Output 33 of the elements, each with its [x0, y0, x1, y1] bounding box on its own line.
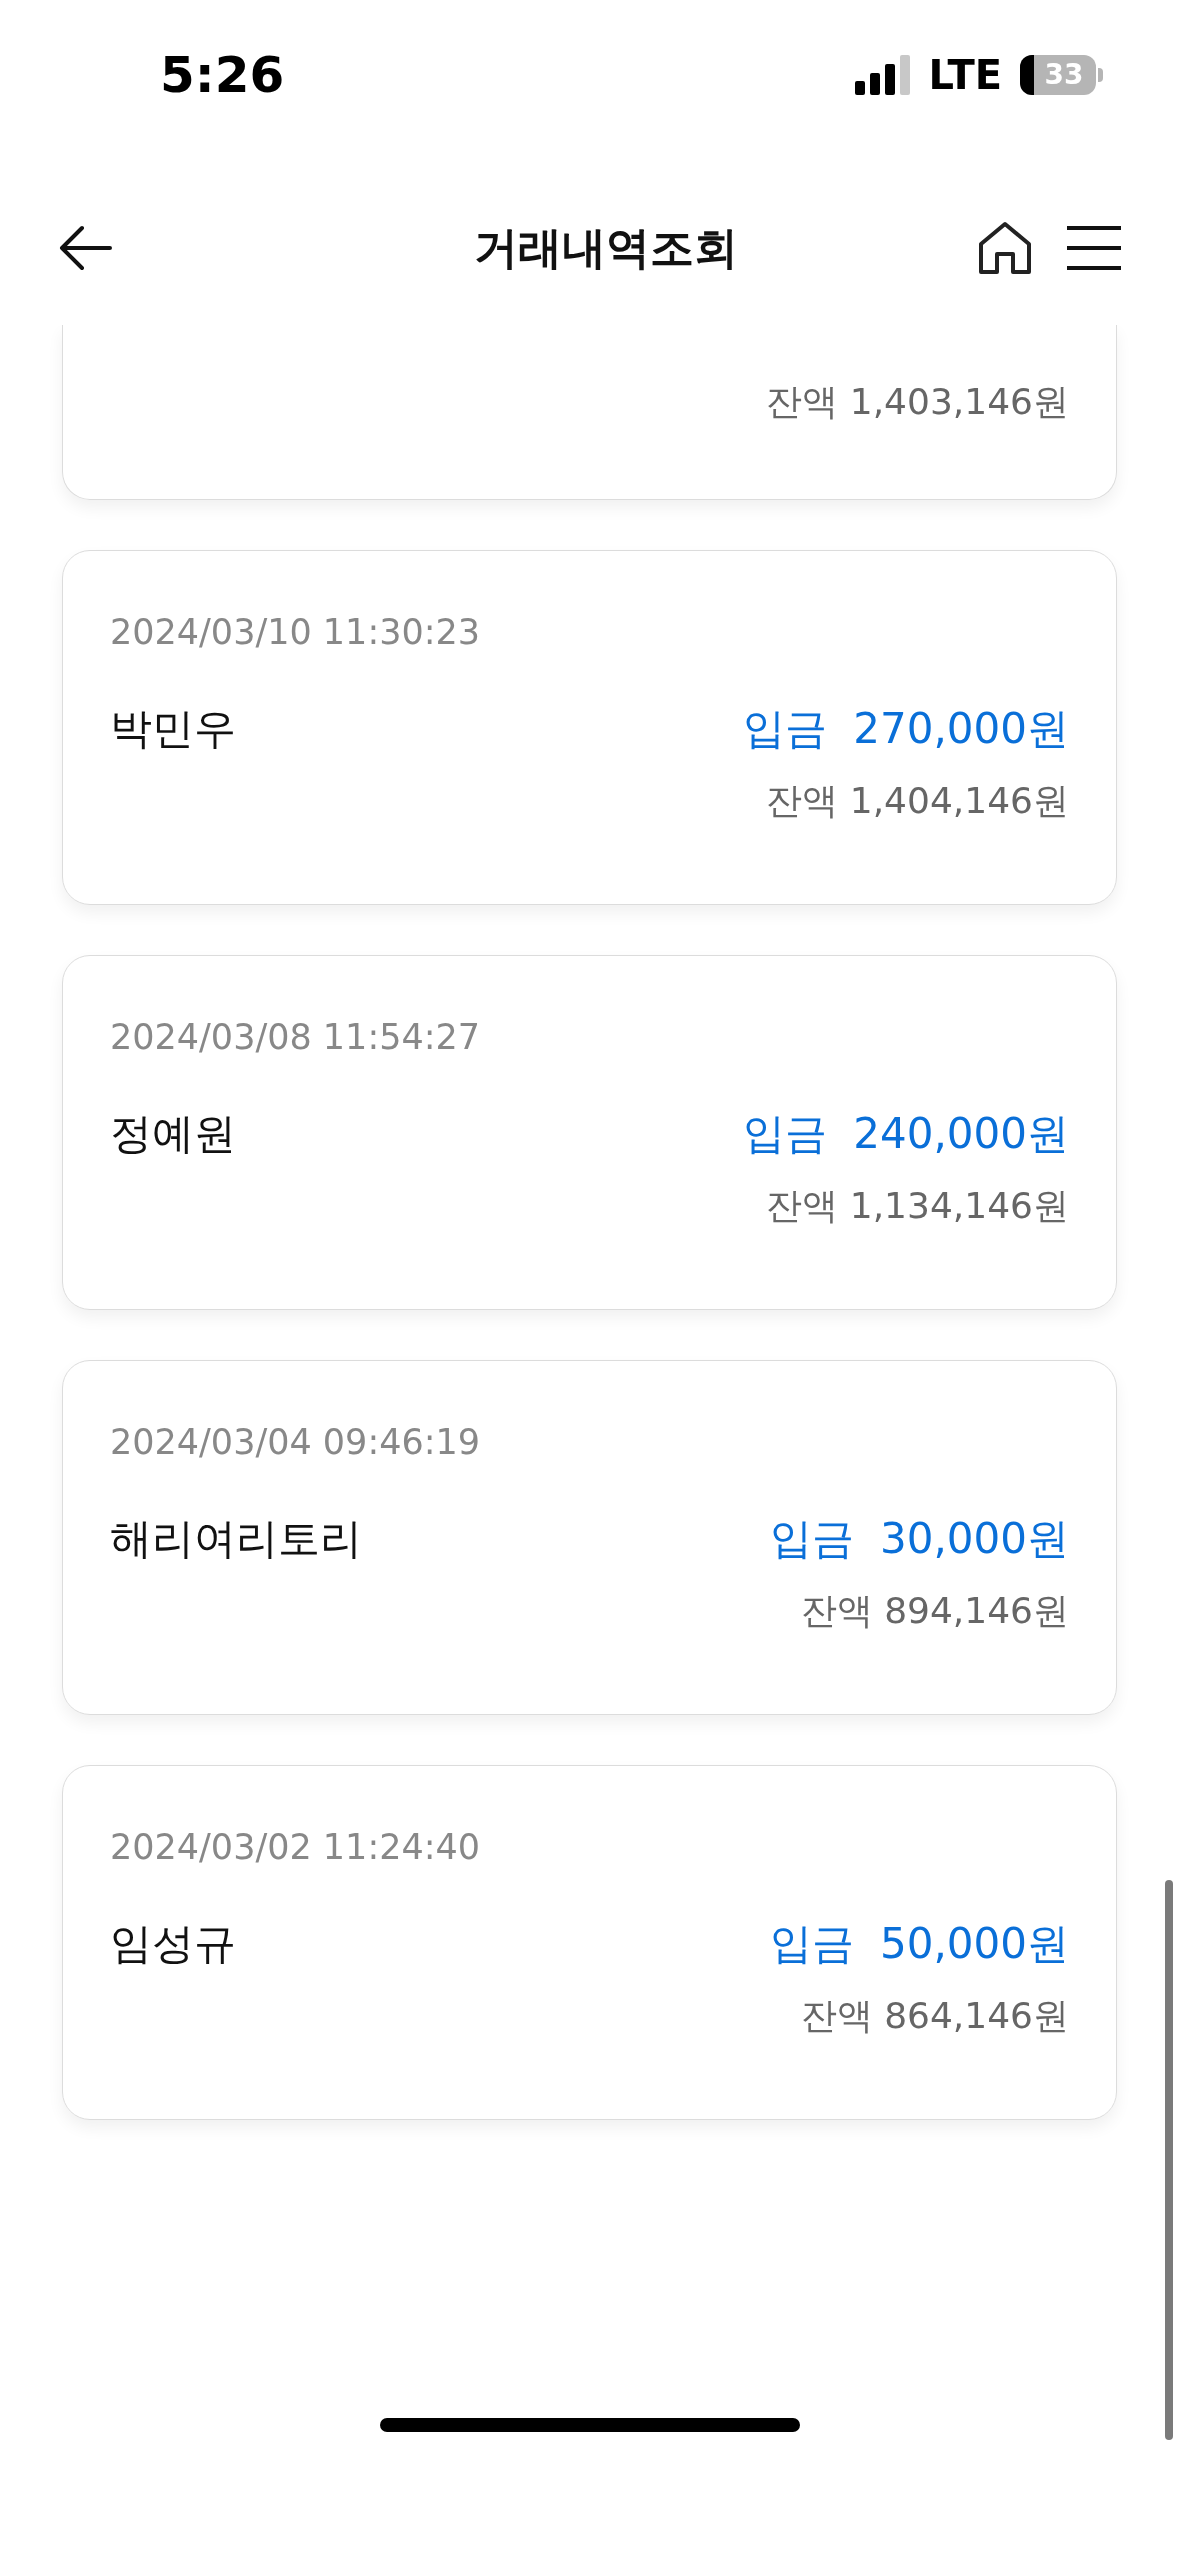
transaction-card[interactable]: 잔액 1,403,146원	[62, 325, 1117, 500]
transaction-datetime: 2024/03/04 09:46:19	[110, 1421, 482, 1464]
page-title: 거래내역조회	[473, 220, 738, 275]
transaction-card[interactable]: 2024/03/02 11:24:40 임성규 입금 50,000원 잔액 864,146원	[62, 1765, 1117, 2120]
back-icon[interactable]	[58, 223, 114, 272]
transaction-type: 입금	[770, 1917, 855, 1970]
balance-text: 잔액 1,404,146원	[766, 778, 1069, 823]
network-label: LTE	[928, 51, 1002, 100]
transaction-amount: 30,000원	[880, 1512, 1069, 1565]
transaction-card[interactable]: 2024/03/10 11:30:23 박민우 입금 270,000원 잔액 1,404,146원	[62, 550, 1117, 905]
transaction-datetime: 2024/03/08 11:54:27	[110, 1016, 482, 1059]
transaction-card[interactable]: 2024/03/08 11:54:27 정예원 입금 240,000원 잔액 1,134,146원	[62, 955, 1117, 1310]
counterparty-name: 해리여리토리	[110, 1512, 362, 1565]
signal-icon	[854, 55, 911, 95]
transaction-amount: 270,000원	[853, 702, 1069, 755]
balance-text: 잔액 1,403,146원	[766, 380, 1069, 424]
status-time: 5:26	[160, 44, 285, 106]
transaction-card[interactable]: 2024/03/04 09:46:19 해리여리토리 입금 30,000원 잔액 894,146원	[62, 1360, 1117, 1715]
counterparty-name: 임성규	[110, 1917, 236, 1970]
balance-text: 잔액 1,134,146원	[766, 1183, 1069, 1228]
transaction-amount: 240,000원	[853, 1107, 1069, 1160]
transaction-type: 입금	[770, 1512, 855, 1565]
transaction-type: 입금	[743, 1107, 828, 1160]
transaction-amount: 50,000원	[880, 1917, 1069, 1970]
transaction-datetime: 2024/03/02 11:24:40	[110, 1826, 482, 1869]
home-icon[interactable]	[977, 219, 1033, 276]
counterparty-name: 박민우	[110, 702, 236, 755]
counterparty-name: 정예원	[110, 1107, 236, 1160]
transaction-type: 입금	[743, 702, 828, 755]
balance-text: 잔액 864,146원	[800, 1993, 1069, 2038]
transaction-datetime: 2024/03/10 11:30:23	[110, 611, 482, 654]
menu-icon[interactable]	[1067, 223, 1121, 272]
balance-text: 잔액 894,146원	[800, 1588, 1069, 1633]
